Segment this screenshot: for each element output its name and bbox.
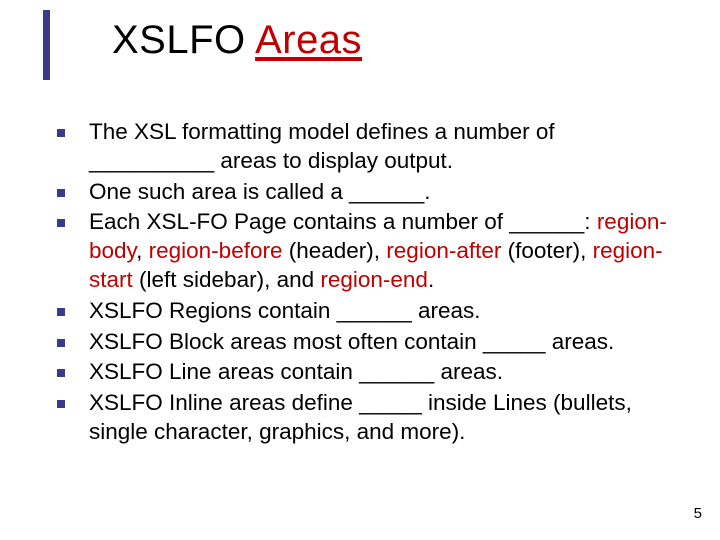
square-bullet-icon bbox=[57, 219, 65, 227]
list-item: Each XSL-FO Page contains a number of __… bbox=[55, 208, 675, 294]
square-bullet-icon bbox=[57, 369, 65, 377]
list-item: XSLFO Block areas most often contain ___… bbox=[55, 328, 675, 357]
square-bullet-icon bbox=[57, 308, 65, 316]
square-bullet-icon bbox=[57, 189, 65, 197]
title-accent-bar bbox=[43, 10, 50, 80]
list-item-text: XSLFO Inline areas define _____ inside L… bbox=[89, 389, 675, 447]
title-word-2: Areas bbox=[255, 18, 362, 62]
list-item: The XSL formatting model defines a numbe… bbox=[55, 118, 675, 176]
title-word-1: XSLFO bbox=[112, 18, 246, 62]
list-item: XSLFO Line areas contain ______ areas. bbox=[55, 358, 675, 387]
page-number: 5 bbox=[694, 505, 702, 522]
list-item-text: XSLFO Line areas contain ______ areas. bbox=[89, 358, 675, 387]
list-item: One such area is called a ______. bbox=[55, 178, 675, 207]
square-bullet-icon bbox=[57, 129, 65, 137]
slide: XSLFO Areas The XSL formatting model def… bbox=[0, 0, 720, 540]
square-bullet-icon bbox=[57, 400, 65, 408]
list-item-text: XSLFO Block areas most often contain ___… bbox=[89, 328, 675, 357]
slide-title: XSLFO Areas bbox=[112, 18, 362, 62]
list-item-text: One such area is called a ______. bbox=[89, 178, 675, 207]
list-item-text: The XSL formatting model defines a numbe… bbox=[89, 118, 675, 176]
list-item: XSLFO Regions contain ______ areas. bbox=[55, 297, 675, 326]
list-item-text: XSLFO Regions contain ______ areas. bbox=[89, 297, 675, 326]
bullet-list: The XSL formatting model defines a numbe… bbox=[55, 118, 675, 449]
square-bullet-icon bbox=[57, 339, 65, 347]
list-item-text: Each XSL-FO Page contains a number of __… bbox=[89, 208, 675, 294]
list-item: XSLFO Inline areas define _____ inside L… bbox=[55, 389, 675, 447]
